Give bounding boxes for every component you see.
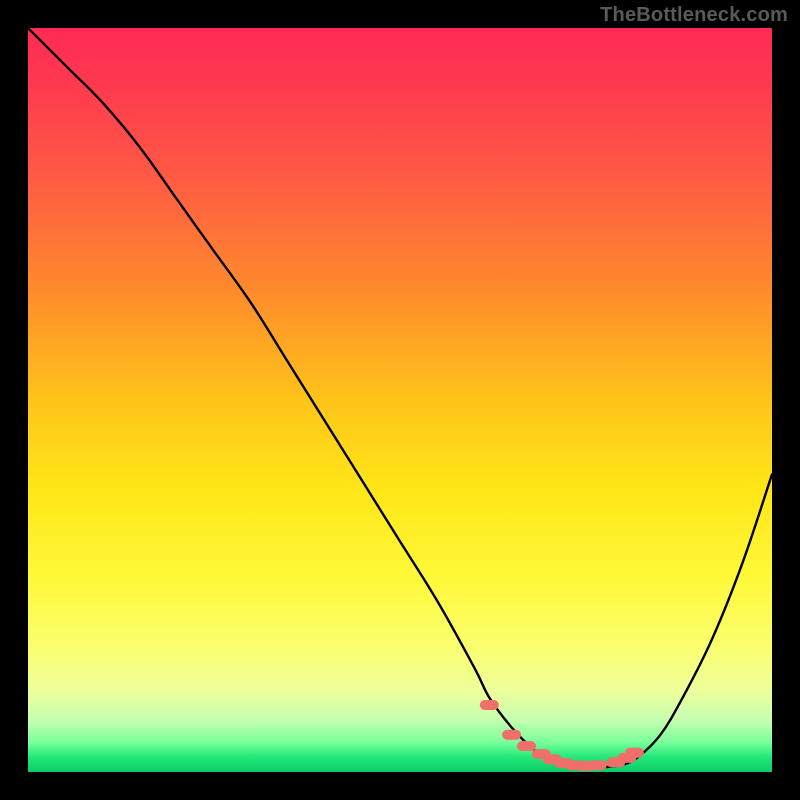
chart-frame: TheBottleneck.com xyxy=(0,0,800,800)
plot-area xyxy=(28,28,772,772)
line-chart xyxy=(28,28,772,772)
optimal-range-dots xyxy=(485,705,639,766)
bottleneck-curve xyxy=(28,28,772,768)
watermark-text: TheBottleneck.com xyxy=(600,4,788,27)
